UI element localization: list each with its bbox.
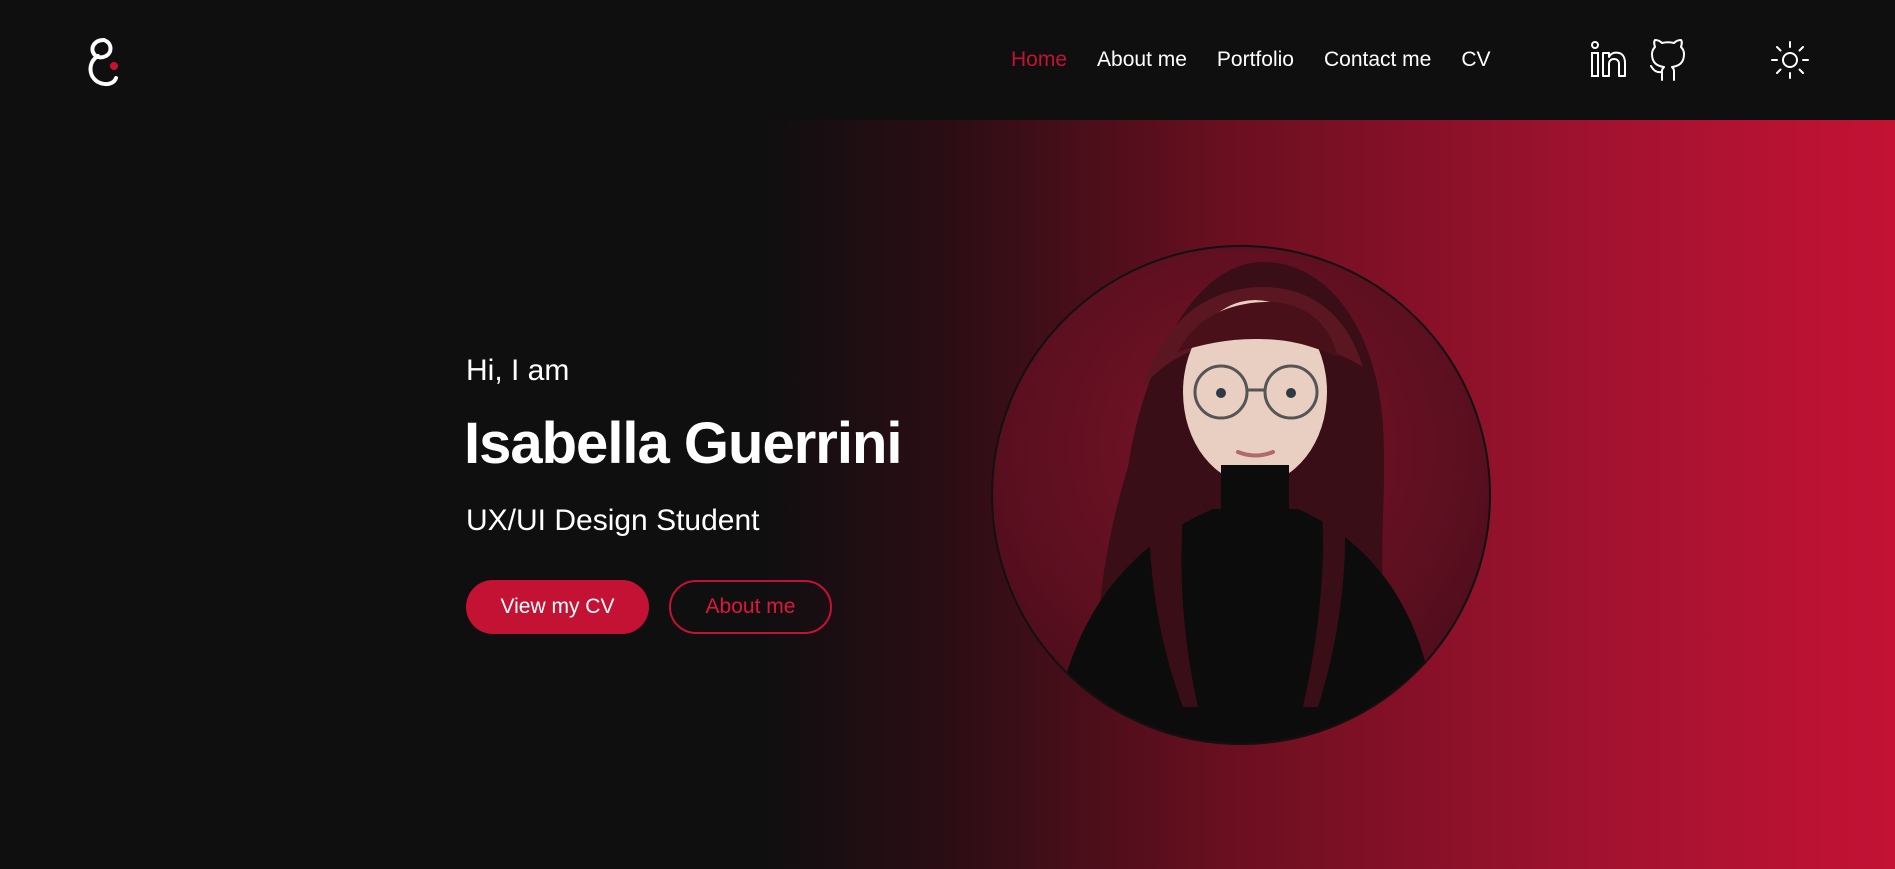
header: Home About me Portfolio Contact me CV (0, 0, 1895, 120)
nav-item-contact[interactable]: Contact me (1324, 48, 1431, 72)
about-me-button[interactable]: About me (669, 580, 832, 634)
github-icon[interactable] (1648, 36, 1688, 84)
linkedin-icon[interactable] (1588, 36, 1628, 84)
hero-section: Hi, I am Isabella Guerrini UX/UI Design … (0, 120, 1895, 869)
nav-item-about[interactable]: About me (1097, 48, 1187, 72)
sun-icon[interactable] (1770, 40, 1810, 80)
view-cv-button[interactable]: View my CV (466, 580, 649, 634)
page: Home About me Portfolio Contact me CV Hi… (0, 0, 1895, 869)
profile-photo (991, 245, 1491, 745)
hero-role: UX/UI Design Student (466, 504, 760, 537)
nav-item-home[interactable]: Home (1011, 48, 1067, 72)
hero-name: Isabella Guerrini (464, 411, 903, 476)
hero-greeting: Hi, I am (466, 354, 570, 387)
nav-item-cv[interactable]: CV (1461, 48, 1490, 72)
nav-item-portfolio[interactable]: Portfolio (1217, 48, 1294, 72)
logo-icon[interactable] (84, 34, 124, 88)
main-nav: Home About me Portfolio Contact me CV (1011, 46, 1521, 74)
